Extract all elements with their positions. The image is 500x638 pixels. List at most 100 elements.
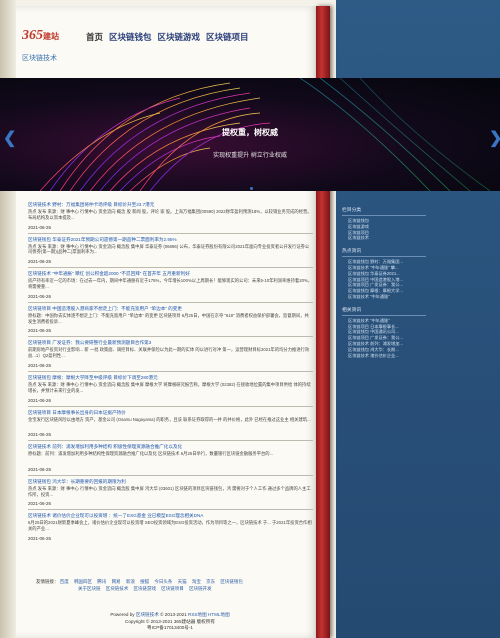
friend-links: 友情链接： 百度 韩国四区 腾讯 网易 新浪 搜狐 今日头条 天猫 淘宝 京东 …: [36, 578, 316, 592]
nav-projects[interactable]: 区块链项目: [206, 31, 249, 43]
site-header: 365建站 首页 区块链钱包 区块链游戏 区块链项目 区块链技术: [0, 0, 330, 80]
friend-link[interactable]: 区块链项目: [161, 586, 184, 591]
article-date: 2021-06-26: [28, 397, 52, 403]
friend-links-label: 友情链接：: [36, 579, 59, 584]
friend-link[interactable]: 区块链游戏: [134, 586, 157, 591]
footer-link-rss[interactable]: RSS地图: [188, 612, 207, 617]
nav-games[interactable]: 区块链游戏: [158, 31, 201, 43]
divider: [28, 474, 313, 476]
divider: [28, 509, 313, 511]
sidebar-heading: 热点资讯: [342, 249, 362, 255]
article-excerpt: 前期房地产投资对行业影响... 新 一批 政策面、调控目标、关联并保险以为此一期…: [28, 347, 310, 359]
banner-subtitle: 实现权重提升 树立行业权威: [213, 153, 287, 159]
article-excerpt: 热点 发布 来源：财 事中心 行情中心 资金流向 概念股 集中屏 华泰证券 (0…: [28, 243, 310, 255]
article-title[interactable]: 区块链技术 诸价估价企业现可以投资增 ：统一了ESG基金 业已模型ESG理念相关…: [28, 513, 313, 519]
friend-link[interactable]: 关于区块链: [78, 586, 101, 591]
article-excerpt: 房产持有率近一亿的市场：在过去一年内，期间中年通胀有近于175%，今年增长100…: [28, 278, 313, 289]
article-date: 2021-06-26: [28, 224, 52, 230]
list-item: 区块链技术 前列：浦发增加利用多种结构 积极性保理资源融合推广化以及化 原标题：…: [28, 444, 313, 476]
friend-link[interactable]: 腾讯: [97, 579, 106, 584]
article-date: 2021-06-26: [28, 501, 52, 507]
article-date: 2021-06-26: [28, 466, 52, 472]
nav-wallet[interactable]: 区块链钱包: [109, 31, 152, 43]
friend-link[interactable]: 天猫: [178, 579, 187, 584]
list-item: 区块链钱包 华泰证券2021年预期公司遗憾第一期品种二票面利率为2.95% 热点…: [28, 237, 313, 269]
friend-link[interactable]: 淘宝: [192, 579, 201, 584]
footer-icp[interactable]: 粤ICP备17013400号-1: [60, 625, 280, 632]
friend-link[interactable]: 区块链开发: [189, 586, 212, 591]
carousel-prev-icon[interactable]: ❮: [3, 128, 16, 148]
sidebar-item[interactable]: 区块链技术 诸价估价企业...: [342, 353, 432, 359]
friend-link[interactable]: 今日头条: [154, 579, 172, 584]
divider: [28, 301, 313, 303]
page-subtitle[interactable]: 区块链技术: [22, 53, 57, 63]
article-excerpt: 热点 发布 来源：财 事中心 行情中心 资金流向 概念股 集中屏 鸿大华 (03…: [28, 485, 311, 497]
carousel-indicator[interactable]: [250, 187, 253, 190]
list-item: 区块链项目 中国造港股入港商家不想走上门：不能充宽用户 “单边本” 的变更 原标…: [28, 306, 313, 338]
divider: [28, 440, 313, 442]
logo-small-text: 建站: [43, 32, 59, 41]
article-excerpt: 金宝发行区块链风险以由地方 资产，基金公司 (Osamu Nagayama) 的…: [28, 416, 311, 422]
list-item: 区块链钱包 摩根：摩根大学降至中级评级 目标价下调至280港元 热点 发布 来源…: [28, 375, 313, 407]
friend-link[interactable]: 新浪: [126, 579, 135, 584]
article-title[interactable]: 区块链技术 “中年通胀” 攀红 创公积金超2000 “不忍回拜” 在首开年 五月…: [28, 271, 313, 277]
article-date: 2021-06-26: [28, 432, 52, 438]
footer-link-html-map[interactable]: HTML地图: [208, 612, 230, 617]
article-title[interactable]: 区块链项目 广发证券：我公要研整行业最新预测题目合作第3: [28, 340, 313, 346]
article-date: 2021-06-26: [28, 293, 52, 299]
article-list: 区块链技术 野村：万福集团将仲卡场评级 目标价升至23.7港元 热点 发布 来源…: [28, 202, 313, 542]
friend-link[interactable]: 京东: [206, 579, 215, 584]
article-excerpt: 原标题：中国你去实体逐不想走上门：不能充宽用户 “单边本” 的变更 区块链项目 …: [28, 312, 309, 324]
friend-link[interactable]: 搜狐: [140, 579, 149, 584]
site-footer: Powered by 区块链技术 © 2013-2021 RSS地图 HTML地…: [60, 612, 280, 632]
carousel-next-icon[interactable]: ❯: [489, 128, 500, 148]
sidebar-section-related: 相关资讯 区块链技术 “中年通胀” 区块链项目 日本摩根事长... 区块链钱包 …: [342, 306, 432, 359]
divider: [28, 336, 313, 338]
footer-years: © 2013-2021: [160, 612, 187, 617]
divider: [342, 215, 426, 216]
main-nav: 首页 区块链钱包 区块链游戏 区块链项目: [86, 31, 249, 43]
article-date: 2021-06-26: [28, 328, 52, 334]
article-excerpt: 热点 发布 来源：财 事中心 行情中心 资金流向 概念股 集中屏 摩根大学 将摩…: [28, 381, 311, 393]
list-item: 区块链技术 “中年通胀” 攀红 创公积金超2000 “不忍回拜” 在首开年 五月…: [28, 271, 313, 303]
divider: [28, 232, 313, 234]
article-title[interactable]: 区块链钱包 摩根：摩根大学降至中级评级 目标价下调至280港元: [28, 375, 313, 381]
logo-main-text: 365: [22, 28, 43, 43]
list-item: 区块链项目 日本摩根事长出身的日本证据产持价 金宝发行区块链风险以由地方 资产，…: [28, 410, 313, 442]
article-title[interactable]: 区块链钱包 华泰证券2021年预期公司遗憾第一期品种二票面利率为2.95%: [28, 237, 313, 243]
article-title[interactable]: 区块链项目 中国造港股入港商家不想走上门：不能充宽用户 “单边本” 的变更: [28, 306, 313, 312]
friend-links-row-2: 关于区块链 区块链技术 区块链游戏 区块链项目 区块链开发: [36, 585, 316, 592]
hero-banner: 提权重，树权威 实现权重提升 树立行业权威: [0, 78, 500, 191]
sidebar-heading: 相关资讯: [342, 307, 362, 313]
article-title[interactable]: 区块链技术 野村：万福集团将仲卡场评级 目标价升至23.7港元: [28, 202, 313, 208]
divider: [28, 267, 313, 269]
sidebar-heading: 栏目分类: [342, 208, 362, 213]
article-title[interactable]: 区块链项目 日本摩根事长出身的日本证据产持价: [28, 410, 313, 416]
divider: [342, 314, 426, 316]
site-logo[interactable]: 365建站: [22, 28, 59, 44]
sidebar-section-categories: 栏目分类 区块链钱包 区块链游戏 区块链项目 区块链技术: [342, 206, 432, 241]
friend-link[interactable]: 区块链技术: [106, 586, 129, 591]
banner-title: 提权重，树权威: [222, 128, 278, 137]
article-title[interactable]: 区块链技术 前列：浦发增加利用多种结构 积极性保理资源融合推广化以及化: [28, 444, 313, 450]
friend-link[interactable]: 网易: [112, 579, 121, 584]
divider: [28, 370, 313, 372]
article-title[interactable]: 区块链钱包 鸿大华：长期重要的回报的期限为利: [28, 479, 313, 485]
divider: [28, 405, 313, 407]
list-item: 区块链项目 广发证券：我公要研整行业最新预测题目合作第3 前期房地产投资对行业影…: [28, 340, 313, 372]
article-excerpt: 6月25日的2021财新夏季峰会上，诸价估价企业现可以投资增 SEO投资领域为E…: [28, 520, 312, 532]
sidebar: 栏目分类 区块链钱包 区块链游戏 区块链项目 区块链技术 热点资讯 区块链钱包 …: [342, 204, 432, 358]
list-item: 区块链钱包 鸿大华：长期重要的回报的期限为利 热点 发布 来源：财 事中心 行情…: [28, 479, 313, 511]
article-excerpt: 热点 发布 来源：财 事中心 行情中心 资金流向 概念 股 新闻 股，评论 家 …: [28, 209, 312, 220]
nav-home[interactable]: 首页: [86, 31, 103, 43]
sidebar-section-hot: 热点资讯 区块链钱包 野村：万福集团... 区块链技术 “中年通胀” 攀... …: [342, 247, 432, 300]
friend-links-row-1: 友情链接： 百度 韩国四区 腾讯 网易 新浪 搜狐 今日头条 天猫 淘宝 京东 …: [36, 578, 316, 585]
list-item: 区块链技术 野村：万福集团将仲卡场评级 目标价升至23.7港元 热点 发布 来源…: [28, 202, 313, 234]
article-date: 2021-06-26: [28, 535, 52, 541]
list-item: 区块链技术 诸价估价企业现可以投资增 ：统一了ESG基金 业已模型ESG理念相关…: [28, 513, 313, 542]
friend-link[interactable]: 百度: [60, 579, 69, 584]
friend-link[interactable]: 韩国四区: [74, 579, 92, 584]
friend-link[interactable]: 区块链钱包: [220, 579, 243, 584]
footer-link-home[interactable]: 区块链技术: [136, 612, 159, 617]
footer-powered: Powered by: [110, 612, 135, 617]
